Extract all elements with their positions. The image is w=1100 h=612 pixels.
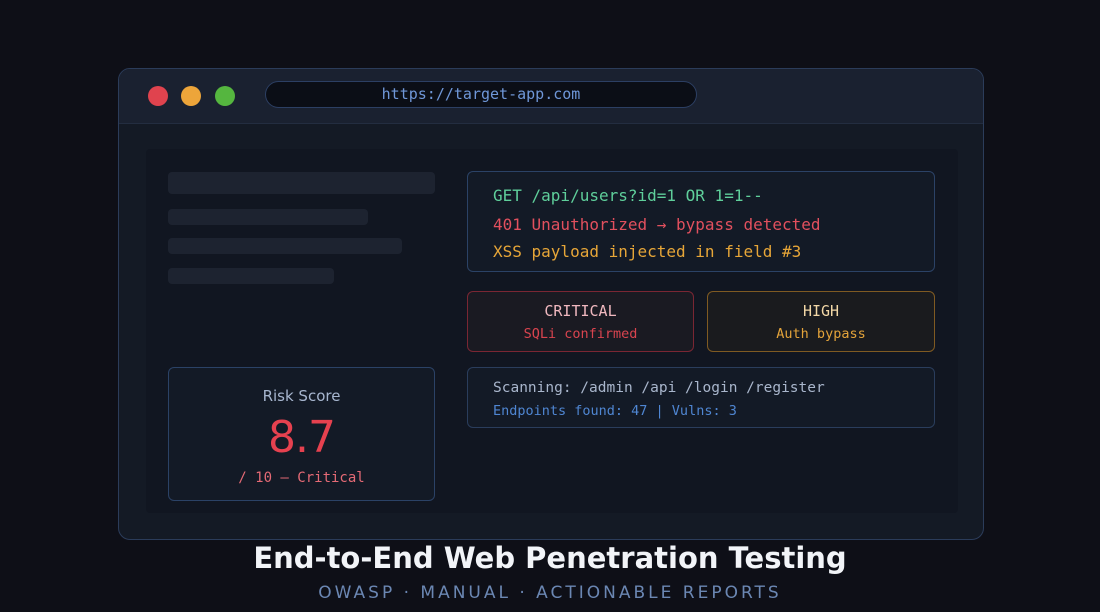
close-window-button[interactable]	[148, 86, 168, 106]
browser-titlebar: https://target-app.com	[119, 69, 983, 124]
placeholder-line	[168, 209, 368, 225]
critical-severity-label: CRITICAL	[544, 302, 617, 320]
page-tagline: OWASP · MANUAL · ACTIONABLE REPORTS	[318, 583, 782, 603]
minimize-window-button[interactable]	[181, 86, 201, 106]
placeholder-line	[168, 238, 402, 254]
high-finding-card: HIGH Auth bypass	[707, 291, 935, 352]
browser-window: https://target-app.com GET /api/users?id…	[118, 68, 984, 540]
critical-finding-card: CRITICAL SQLi confirmed	[467, 291, 694, 352]
risk-score-label: Risk Score	[262, 387, 341, 405]
maximize-window-button[interactable]	[215, 86, 235, 106]
scan-status-panel: Scanning: /admin /api /login /register E…	[467, 367, 935, 428]
console-line-xss: XSS payload injected in field #3	[493, 242, 802, 261]
console-line-response: 401 Unauthorized → bypass detected	[493, 215, 821, 234]
high-severity-label: HIGH	[802, 302, 840, 320]
risk-score-scale: / 10 — Critical	[238, 470, 365, 486]
page-headline: End-to-End Web Penetration Testing	[253, 541, 847, 575]
scan-summary: Endpoints found: 47 | Vulns: 3	[493, 403, 737, 419]
critical-finding-detail: SQLi confirmed	[523, 326, 638, 342]
scanning-paths: Scanning: /admin /api /login /register	[493, 380, 825, 396]
risk-score-value: 8.7	[268, 412, 336, 463]
placeholder-heading	[168, 172, 435, 194]
console-line-request: GET /api/users?id=1 OR 1=1--	[493, 186, 763, 205]
address-bar[interactable]: https://target-app.com	[265, 81, 697, 108]
risk-score-card: Risk Score 8.7 / 10 — Critical	[168, 367, 435, 501]
placeholder-line	[168, 268, 334, 284]
high-finding-detail: Auth bypass	[776, 326, 866, 342]
request-console: GET /api/users?id=1 OR 1=1-- 401 Unautho…	[467, 171, 935, 272]
